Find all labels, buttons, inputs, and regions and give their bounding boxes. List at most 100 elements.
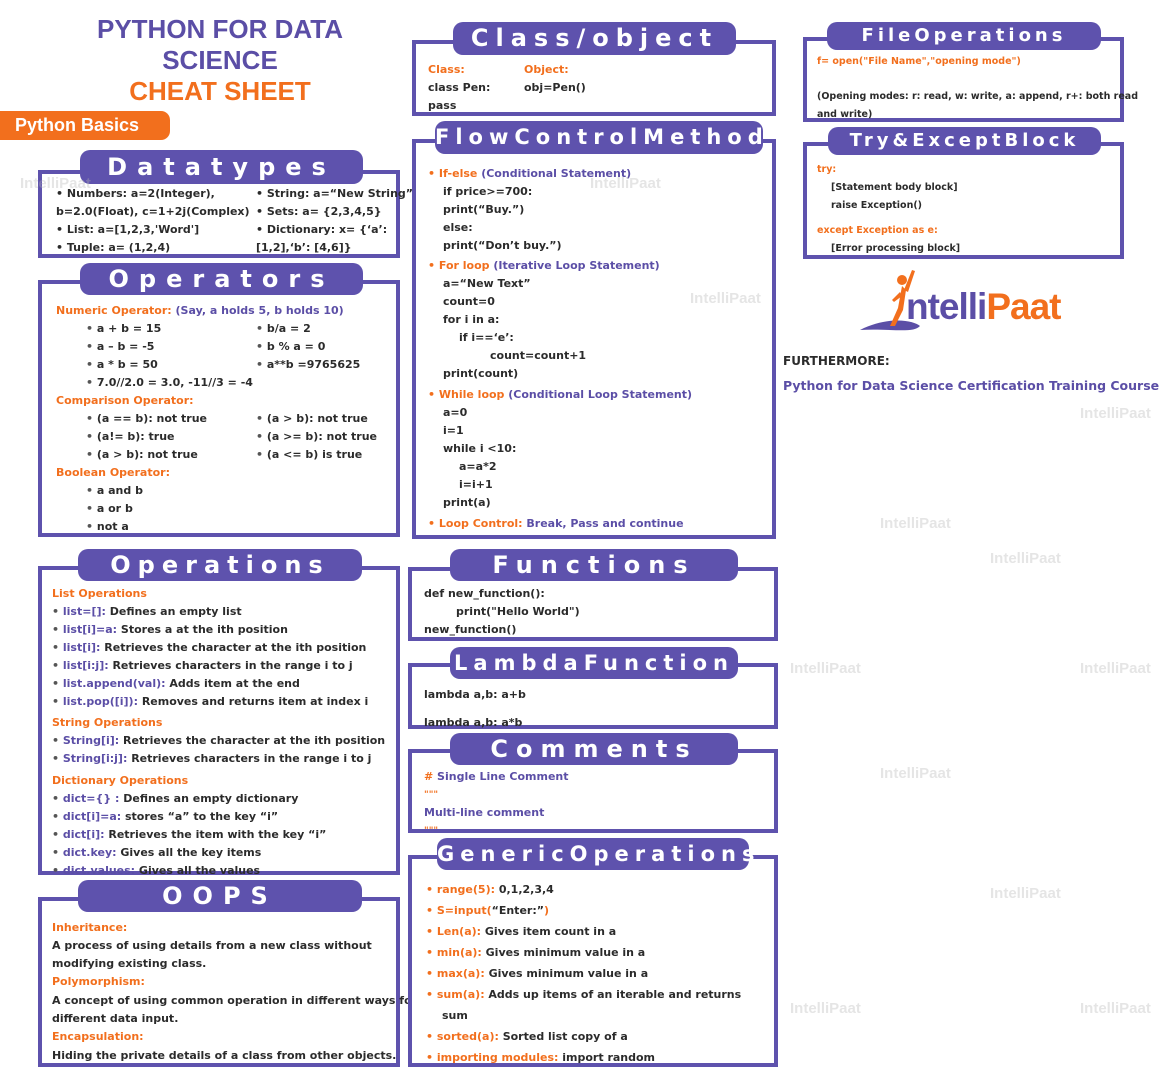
generic-item: sorted(a): Sorted list copy of a xyxy=(426,1026,771,1047)
section-tag-python-basics: Python Basics xyxy=(0,111,170,140)
datatypes-header: Datatypes xyxy=(80,150,363,184)
oops-text: A process of using details from a new cl… xyxy=(52,939,372,952)
intellipaat-logo: ntelliPaat xyxy=(858,268,1073,338)
functions-header: Functions xyxy=(450,549,738,581)
boolean-label-wrap: Boolean Operator: xyxy=(56,464,170,482)
title-line-2: SCIENCE xyxy=(162,45,278,75)
loop-control-value: Break, Pass and continue xyxy=(522,517,684,530)
object-line: obj=Pen() xyxy=(524,81,586,94)
generic-item: sum(a): Adds up items of an iterable and… xyxy=(426,984,771,1005)
flow-control-content: If-else (Conditional Statement) if price… xyxy=(428,165,773,533)
code-line: a=a*2 xyxy=(459,460,497,473)
code-line: i=1 xyxy=(443,424,464,437)
generic-item: range(5): 0,1,2,3,4 xyxy=(426,879,771,900)
code-line: lambda a,b: a+b xyxy=(424,688,526,701)
code-line: print(“Don’t buy.”) xyxy=(443,239,562,252)
while-loop-note: (Conditional Loop Statement) xyxy=(504,388,693,401)
numeric-item: a * b = 50 xyxy=(86,356,256,374)
oops-content: Inheritance: A process of using details … xyxy=(52,919,417,1065)
datatypes-right: • String: a=“New String” • Sets: a= {2,3… xyxy=(256,185,413,257)
numeric-item: b % a = 0 xyxy=(256,338,396,356)
dict-op-item: dict={} : Defines an empty dictionary xyxy=(52,790,397,808)
comments-header: Comments xyxy=(450,733,738,765)
code-line: else: xyxy=(443,221,473,234)
dict-op-item: dict[i]=a: stores “a” to the key “i” xyxy=(52,808,397,826)
boolean-list: a and b a or b not a xyxy=(86,482,143,536)
code-line: i=i+1 xyxy=(459,478,493,491)
logo-part-2: Paat xyxy=(986,286,1061,327)
watermark: IntelliPaat xyxy=(880,515,951,532)
string-operations-label: String Operations xyxy=(52,716,163,729)
operators-header: Operators xyxy=(80,263,363,295)
numeric-item: b/a = 2 xyxy=(256,320,396,338)
datatype-line: [1,2],‘b’: [4,6]} xyxy=(256,241,352,254)
datatype-line: • Sets: a= {2,3,4,5} xyxy=(256,205,382,218)
oops-text: different data input. xyxy=(52,1012,179,1025)
try-except-header: Try&ExceptBlock xyxy=(828,127,1101,155)
generic-item: Len(a): Gives item count in a xyxy=(426,921,771,942)
numeric-operator-note: (Say, a holds 5, b holds 10) xyxy=(175,304,344,317)
numeric-operator-label: Numeric Operator: xyxy=(56,304,172,317)
oops-label: Polymorphism: xyxy=(52,975,145,988)
comparison-item: (a >= b): not true xyxy=(256,428,396,446)
flow-control-header: FlowControlMethod xyxy=(435,121,763,154)
watermark: IntelliPaat xyxy=(990,550,1061,567)
class-label: Class: xyxy=(428,63,465,76)
furthermore-label: FURTHERMORE: xyxy=(783,354,890,368)
code-line: new_function() xyxy=(424,623,517,636)
generic-item: min(a): Gives minimum value in a xyxy=(426,942,771,963)
oops-text: modifying existing class. xyxy=(52,957,207,970)
numeric-item: 7.0//2.0 = 3.0, -11//3 = -4 xyxy=(86,374,256,392)
code-line: if price>=700: xyxy=(443,185,533,198)
loop-control-label: Loop Control: xyxy=(438,517,523,530)
list-operations-label: List Operations xyxy=(52,587,147,600)
code-line: count=0 xyxy=(443,295,495,308)
code-line: a=0 xyxy=(443,406,468,419)
file-modes-line: and write) xyxy=(817,109,873,120)
comparison-item: (a > b): not true xyxy=(256,410,396,428)
oops-box: Inheritance: A process of using details … xyxy=(38,897,417,1067)
datatypes-left: • Numbers: a=2(Integer), b=2.0(Float), c… xyxy=(56,185,256,257)
datatype-line: b=2.0(Float), c=1+2j(Complex) xyxy=(56,205,250,218)
comparison-right: (a > b): not true (a >= b): not true (a … xyxy=(256,410,396,464)
boolean-item: a or b xyxy=(86,500,143,518)
title-line-3: CHEAT SHEET xyxy=(129,76,311,106)
numeric-left: a + b = 15 a – b = -5 a * b = 50 7.0//2.… xyxy=(86,320,256,392)
lambda-header: LambdaFunction xyxy=(450,647,738,679)
operations-header: Operations xyxy=(78,549,362,581)
lambda-content: lambda a,b: a+b lambda a,b: a*b xyxy=(424,681,769,737)
logo-part-1: ntelli xyxy=(906,286,987,327)
watermark: IntelliPaat xyxy=(790,1000,861,1017)
numeric-item: a + b = 15 xyxy=(86,320,256,338)
datatype-line: • Numbers: a=2(Integer), xyxy=(56,187,215,200)
generic-item: S=input(“Enter:”) xyxy=(426,900,771,921)
while-loop-label: While loop xyxy=(438,388,505,401)
oops-header: OOPS xyxy=(78,880,362,912)
title-line-1: PYTHON FOR DATA xyxy=(96,14,344,44)
course-link[interactable]: Python for Data Science Certification Tr… xyxy=(783,378,1159,393)
multi-line-comment: Multi-line comment xyxy=(424,806,545,819)
try-except-box: try: [Statement body block] raise Except… xyxy=(803,142,1124,259)
class-line: class Pen: xyxy=(428,81,491,94)
list-op-item: list[i:j]: Retrieves characters in the r… xyxy=(52,657,397,675)
file-ops-content: f= open("File Name","opening mode") (Ope… xyxy=(817,53,1138,124)
code-line: if i==‘e’: xyxy=(459,331,514,344)
code-line: def new_function(): xyxy=(424,587,545,600)
class-line: pass xyxy=(428,99,457,112)
object-label: Object: xyxy=(524,63,569,76)
datatype-line: • Dictionary: x= {‘a’: xyxy=(256,223,388,236)
comparison-label-wrap: Comparison Operator: xyxy=(56,392,194,410)
watermark: IntelliPaat xyxy=(1080,1000,1151,1017)
watermark: IntelliPaat xyxy=(790,660,861,677)
numeric-item: a**b =9765625 xyxy=(256,356,396,374)
oops-text: Hiding the private details of a class fr… xyxy=(52,1049,397,1062)
functions-content: def new_function(): print("Hello World")… xyxy=(424,585,769,639)
string-op-item: String[i]: Retrieves the character at th… xyxy=(52,732,397,750)
code-line: while i <10: xyxy=(443,442,517,455)
watermark: IntelliPaat xyxy=(880,765,951,782)
try-except-content: try: [Statement body block] raise Except… xyxy=(817,161,1127,258)
code-line: a=“New Text” xyxy=(443,277,531,290)
class-column: Class: class Pen: pass xyxy=(428,61,528,115)
dict-op-item: dict.key: Gives all the key items xyxy=(52,844,397,862)
numeric-item: a – b = -5 xyxy=(86,338,256,356)
